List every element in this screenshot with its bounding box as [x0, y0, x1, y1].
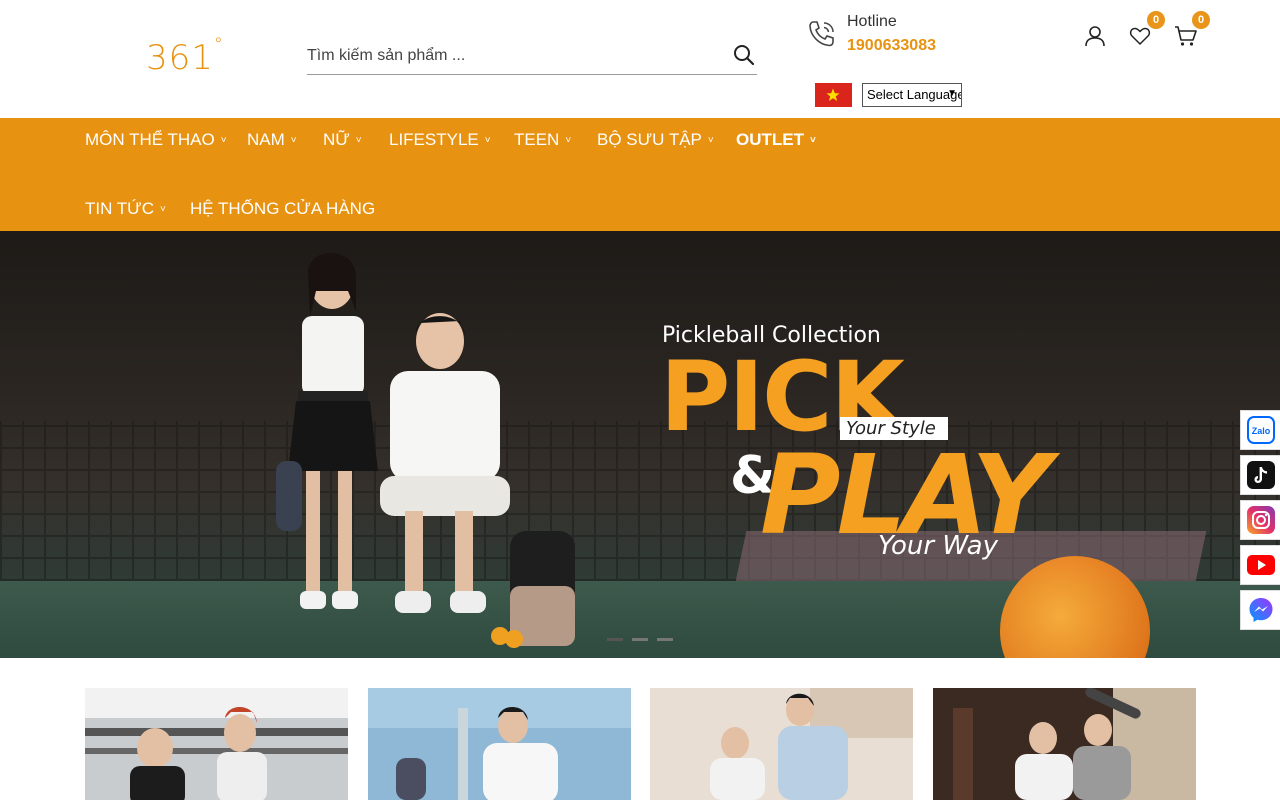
hero-models-image [276, 252, 575, 648]
carousel-dot-3[interactable] [657, 638, 673, 641]
youtube-icon[interactable] [1240, 545, 1280, 585]
chevron-down-icon: ˅ [159, 204, 166, 215]
language-select[interactable]: Select Language ▼ [862, 83, 962, 107]
phone-icon [806, 18, 838, 50]
cart-icon[interactable]: 0 [1174, 11, 1210, 51]
category-image-lifestyle [933, 688, 1196, 800]
nav-label: LIFESTYLE [389, 130, 479, 149]
nav-label: OUTLET [736, 130, 804, 149]
nav-item-lifestyle[interactable]: LIFESTYLE ˅ [389, 130, 491, 150]
nav-label: TEEN [514, 130, 560, 149]
category-image-gym [85, 688, 348, 800]
hero-tag-your-way: Your Way [878, 531, 998, 561]
chevron-down-icon: ▼ [947, 88, 957, 99]
category-tile-4[interactable] [933, 688, 1196, 800]
cart-count-badge: 0 [1192, 11, 1210, 29]
hero-banner[interactable]: Pickleball Collection PICK & PLAY Your S… [0, 231, 1280, 658]
nav-item-he-thong-cua-hang[interactable]: HỆ THỐNG CỬA HÀNG [190, 199, 375, 219]
main-nav: MÔN THỂ THAO ˅ NAM ˅ NỮ ˅ LIFESTYLE ˅ TEEN ˅ … [0, 118, 1280, 231]
hotline-label: Hotline [847, 13, 897, 30]
nav-label: NỮ [323, 130, 350, 149]
nav-item-bo-suu-tap[interactable]: BỘ SƯU TẬP ˅ [597, 130, 714, 150]
chevron-down-icon: ˅ [707, 135, 714, 146]
nav-label: NAM [247, 130, 285, 149]
messenger-icon[interactable] [1240, 590, 1280, 630]
nav-label: TIN TỨC [85, 199, 154, 218]
carousel-dot-1[interactable] [607, 638, 623, 641]
heart-icon[interactable]: 0 [1129, 11, 1165, 51]
nav-item-mon-the-thao[interactable]: MÔN THỂ THAO ˅ [85, 130, 227, 150]
hotline-number[interactable]: 1900633083 [847, 37, 936, 55]
user-icon[interactable] [1084, 25, 1110, 51]
logo-text: 361 [146, 38, 214, 78]
chevron-down-icon: ˅ [220, 135, 227, 146]
category-image-pickleball [368, 688, 631, 800]
vietnam-flag-icon[interactable] [815, 83, 852, 107]
nav-item-teen[interactable]: TEEN ˅ [514, 130, 571, 150]
tiktok-icon[interactable] [1240, 455, 1280, 495]
logo-degree: ° [213, 34, 224, 55]
hero-tag-your-style: Your Style [840, 417, 948, 440]
nav-label: MÔN THỂ THAO [85, 130, 215, 149]
chevron-down-icon: ˅ [810, 135, 816, 146]
search-icon[interactable] [733, 44, 757, 68]
nav-item-nam[interactable]: NAM ˅ [247, 130, 297, 150]
hotline[interactable]: Hotline 1900633083 [806, 12, 956, 62]
chevron-down-icon: ˅ [484, 135, 491, 146]
nav-item-tin-tuc[interactable]: TIN TỨC ˅ [85, 199, 166, 219]
category-image-running [650, 688, 913, 800]
nav-label: BỘ SƯU TẬP [597, 130, 702, 149]
nav-label: HỆ THỐNG CỬA HÀNG [190, 199, 376, 218]
search-bar [307, 40, 757, 75]
nav-item-nu[interactable]: NỮ ˅ [323, 130, 362, 150]
wishlist-count-badge: 0 [1147, 11, 1165, 29]
chevron-down-icon: ˅ [565, 135, 572, 146]
zalo-label: Zalo [1251, 426, 1270, 436]
category-tile-1[interactable] [85, 688, 348, 800]
carousel-dot-2[interactable] [632, 638, 648, 641]
search-input[interactable] [307, 40, 717, 72]
site-header: 361° Hotline 1900633083 0 0 Select Langu… [0, 0, 1280, 118]
zalo-icon[interactable]: Zalo [1240, 410, 1280, 450]
instagram-icon[interactable] [1240, 500, 1280, 540]
nav-item-outlet[interactable]: OUTLET ˅ [736, 130, 816, 150]
chevron-down-icon: ˅ [290, 135, 297, 146]
chevron-down-icon: ˅ [355, 135, 362, 146]
brand-logo[interactable]: 361° [146, 34, 224, 78]
category-tile-2[interactable] [368, 688, 631, 800]
category-tile-3[interactable] [650, 688, 913, 800]
